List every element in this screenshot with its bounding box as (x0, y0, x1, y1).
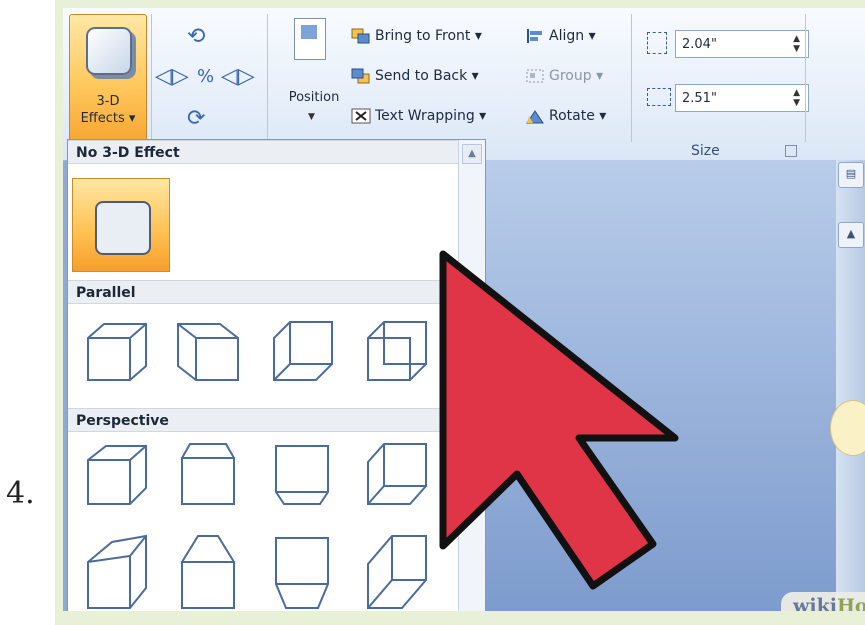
shape-width-value: 2.51" (682, 91, 717, 106)
separator (151, 14, 152, 142)
section-parallel: Parallel (68, 280, 459, 304)
send-to-back-icon (351, 68, 371, 84)
scroll-page-icon[interactable]: ▤ (838, 162, 864, 188)
shape-height-icon (647, 32, 667, 54)
group-button[interactable]: Group ▾ (525, 68, 603, 84)
group-label: Group ▾ (549, 68, 604, 84)
perspective-cube-icon[interactable] (268, 440, 338, 510)
3d-effects-label-line1: 3-D (96, 94, 120, 109)
3d-effects-label-line2: Effects ▾ (80, 111, 136, 126)
parallel-cube-icon[interactable] (174, 316, 244, 386)
position-icon (294, 18, 326, 60)
no-3d-effect-item[interactable] (72, 178, 170, 272)
perspective-cube-icon[interactable] (82, 532, 152, 611)
vertical-scrollbar[interactable]: ▤ ▲ (836, 160, 865, 611)
screenshot-frame: 3-D Effects ▾ ⟲ ◁▷ % ◁▷ ⟳ Position ▼ Bri… (55, 0, 865, 625)
bring-to-front-icon (351, 28, 371, 44)
shape-height-value: 2.04" (682, 37, 717, 52)
scroll-up-arrow-icon[interactable]: ▲ (838, 222, 864, 248)
section-perspective: Perspective (68, 408, 459, 432)
perspective-cube-icon[interactable] (82, 440, 152, 510)
tilt-down-icon[interactable]: ⟳ (187, 108, 205, 130)
3d-effects-button[interactable]: 3-D Effects ▾ (69, 14, 147, 146)
tilt-left-icon[interactable]: ◁▷ (155, 66, 189, 88)
perspective-cube-icon[interactable] (362, 440, 432, 510)
align-label: Align ▾ (549, 28, 596, 44)
scroll-up-arrow-icon[interactable]: ▲ (462, 144, 482, 164)
position-button[interactable]: Position ▼ (278, 16, 344, 136)
shape-width-icon (647, 88, 671, 106)
perspective-cube-icon[interactable] (174, 532, 244, 611)
text-wrapping-icon (351, 108, 371, 124)
step-number: 4. (6, 476, 35, 511)
flat-square-icon (95, 201, 151, 255)
parallel-cube-icon[interactable] (362, 316, 432, 386)
rotate-label: Rotate ▾ (549, 108, 607, 124)
dialog-launcher-icon[interactable] (785, 145, 797, 157)
align-button[interactable]: Align ▾ (525, 28, 596, 44)
rotate-icon (525, 108, 545, 124)
perspective-cube-icon[interactable] (362, 532, 432, 611)
3d-cube-icon (86, 27, 132, 75)
parallel-cube-icon[interactable] (82, 316, 152, 386)
size-group-label: Size (691, 143, 720, 159)
3d-effects-gallery: No 3-D Effect Parallel Perspective ▲ (67, 139, 486, 611)
bring-to-front-button[interactable]: Bring to Front ▾ (351, 28, 482, 44)
rotate-button[interactable]: Rotate ▾ (525, 108, 606, 124)
parallel-cube-icon[interactable] (268, 316, 338, 386)
text-wrapping-button[interactable]: Text Wrapping ▾ (351, 108, 486, 124)
separator (267, 14, 268, 142)
shape-width-field[interactable]: 2.51" ▲ ▼ (675, 84, 809, 112)
bring-to-front-label: Bring to Front ▾ (375, 28, 482, 44)
watermark-part2: How (836, 595, 865, 611)
perspective-cube-icon[interactable] (174, 440, 244, 510)
align-icon (525, 28, 545, 44)
wikihow-watermark: wikiHow (781, 592, 865, 611)
screenshot-area: 3-D Effects ▾ ⟲ ◁▷ % ◁▷ ⟳ Position ▼ Bri… (63, 8, 865, 611)
group-icon (525, 68, 545, 84)
tilt-up-icon[interactable]: ⟲ (187, 26, 205, 48)
3d-toggle-icon[interactable]: % (197, 66, 214, 88)
chevron-down-icon: ▼ (308, 112, 315, 122)
tilt-right-icon[interactable]: ◁▷ (221, 66, 255, 88)
text-wrapping-label: Text Wrapping ▾ (375, 108, 487, 124)
width-spinner[interactable]: ▲ ▼ (793, 88, 800, 108)
watermark-part1: wiki (793, 595, 837, 611)
red-cursor-arrow-icon (439, 250, 679, 590)
position-label: Position (288, 90, 340, 105)
shape-height-field[interactable]: 2.04" ▲ ▼ (675, 30, 809, 58)
perspective-cube-icon[interactable] (268, 532, 338, 611)
separator (805, 14, 806, 142)
height-spinner[interactable]: ▲ ▼ (793, 34, 800, 54)
send-to-back-button[interactable]: Send to Back ▾ (351, 68, 479, 84)
separator (631, 14, 632, 142)
send-to-back-label: Send to Back ▾ (375, 68, 479, 84)
section-no-3d-effect: No 3-D Effect (68, 140, 459, 164)
